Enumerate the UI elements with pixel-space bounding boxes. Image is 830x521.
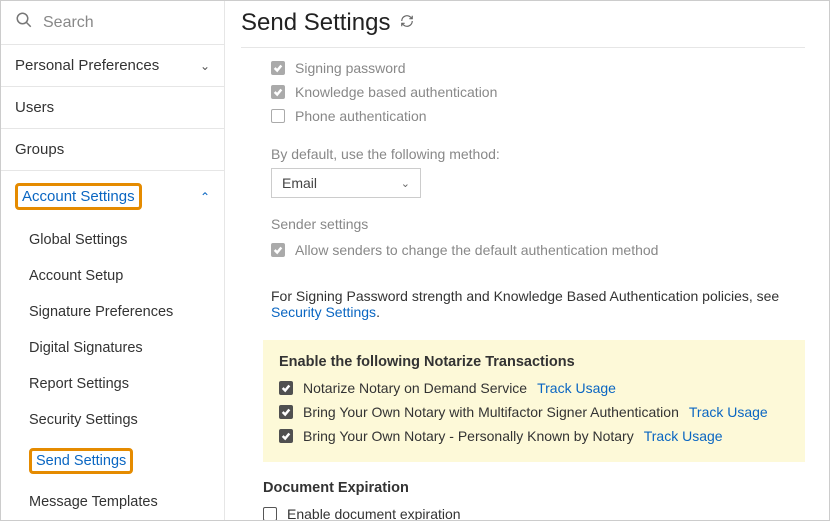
info-line: For Signing Password strength and Knowle… [271,288,805,320]
page-title: Send Settings [241,9,390,37]
chevron-down-icon: ⌄ [401,177,410,190]
nav-label: Users [15,99,54,116]
nav-personal-preferences[interactable]: Personal Preferences ⌄ [1,45,224,86]
sub-digital-signatures[interactable]: Digital Signatures [1,330,224,366]
nav-users[interactable]: Users [1,87,224,128]
chevron-up-icon: ⌃ [200,190,210,204]
nav-groups[interactable]: Groups [1,129,224,170]
info-text: For Signing Password strength and Knowle… [271,288,779,304]
checkbox-unchecked-icon [263,507,277,520]
cb-label: Notarize Notary on Demand Service [303,380,527,396]
content-area: Signing password Knowledge based authent… [241,48,805,520]
search-input[interactable] [43,14,183,32]
cb-allow-sender-change[interactable]: Allow senders to change the default auth… [271,238,805,262]
checkbox-checked-icon [279,429,293,443]
sub-send-settings[interactable]: Send Settings [1,438,224,484]
cb-phone-auth[interactable]: Phone authentication [271,104,805,128]
cb-byo-notary-mfa[interactable]: Bring Your Own Notary with Multifactor S… [279,400,789,424]
nav-label: Personal Preferences [15,57,159,74]
page-header: Send Settings [241,9,805,48]
cb-notarize-on-demand[interactable]: Notarize Notary on Demand Service Track … [279,376,789,400]
sub-report-settings[interactable]: Report Settings [1,366,224,402]
cb-label: Bring Your Own Notary - Personally Known… [303,428,634,444]
nav-account-settings[interactable]: Account Settings ⌃ [1,171,224,222]
track-usage-link[interactable]: Track Usage [644,428,723,444]
chevron-down-icon: ⌄ [200,59,210,73]
track-usage-link[interactable]: Track Usage [689,404,768,420]
cb-label: Phone authentication [295,108,427,124]
sub-account-setup[interactable]: Account Setup [1,258,224,294]
refresh-icon[interactable] [400,14,414,33]
nav-label: Groups [15,141,64,158]
notarize-panel: Enable the following Notarize Transactio… [263,340,805,462]
default-method-select[interactable]: Email ⌄ [271,168,421,198]
sub-signature-preferences[interactable]: Signature Preferences [1,294,224,330]
cb-enable-expiration[interactable]: Enable document expiration [263,502,805,520]
sender-settings-label: Sender settings [271,216,805,232]
checkbox-checked-icon [271,85,285,99]
nav-label: Account Settings [15,183,142,210]
security-settings-link[interactable]: Security Settings [271,304,376,320]
cb-kba[interactable]: Knowledge based authentication [271,80,805,104]
cb-signing-password[interactable]: Signing password [271,56,805,80]
checkbox-checked-icon [279,381,293,395]
sub-security-settings[interactable]: Security Settings [1,402,224,438]
checkbox-unchecked-icon [271,109,285,123]
notarize-heading: Enable the following Notarize Transactio… [279,354,789,370]
sub-label: Send Settings [29,448,133,474]
search-icon [15,11,33,34]
expiration-heading: Document Expiration [263,480,805,496]
sub-global-settings[interactable]: Global Settings [1,222,224,258]
sidebar: Personal Preferences ⌄ Users Groups Acco… [1,1,225,520]
cb-label: Enable document expiration [287,506,461,520]
sub-message-templates[interactable]: Message Templates [1,484,224,520]
search-row [1,1,224,45]
cb-byo-notary-known[interactable]: Bring Your Own Notary - Personally Known… [279,424,789,448]
main-panel: Send Settings Signing password Knowledge… [225,1,829,520]
cb-label: Knowledge based authentication [295,84,497,100]
track-usage-link[interactable]: Track Usage [537,380,616,396]
info-suffix: . [376,304,380,320]
checkbox-checked-icon [279,405,293,419]
default-method-label: By default, use the following method: [271,146,805,162]
checkbox-checked-icon [271,61,285,75]
cb-label: Bring Your Own Notary with Multifactor S… [303,404,679,420]
cb-label: Signing password [295,60,406,76]
checkbox-checked-icon [271,243,285,257]
cb-label: Allow senders to change the default auth… [295,242,658,258]
select-value: Email [282,175,317,191]
